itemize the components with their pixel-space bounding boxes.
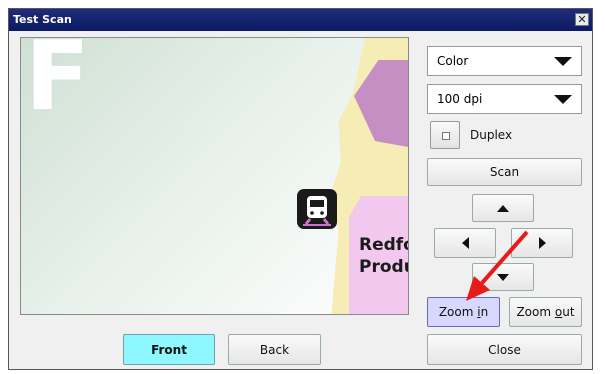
arrow-left-icon [461,237,469,249]
preview-letter: F [25,37,90,132]
scan-button[interactable]: Scan [427,158,582,186]
zoom-out-button[interactable]: Zoom out [509,297,582,327]
scan-button-label: Scan [489,165,520,179]
pan-right-button[interactable] [511,228,573,258]
color-mode-select[interactable]: Color [427,46,582,76]
back-button[interactable]: Back [228,334,321,365]
pan-down-button[interactable] [472,263,534,291]
close-button-label: Close [488,342,521,357]
scan-preview[interactable]: F To Redfo Produ [20,37,409,315]
duplex-label: Duplex [470,128,513,142]
pan-up-button[interactable] [472,194,534,222]
train-icon [297,189,337,229]
window-close-button[interactable]: ✕ [575,13,589,26]
close-button[interactable]: Close [427,334,582,365]
zoom-in-button[interactable]: Zoom in [427,297,500,327]
duplex-checkbox[interactable] [430,121,460,149]
preview-text-to: To [408,92,409,113]
front-button[interactable]: Front [123,334,215,365]
arrow-right-icon [538,237,546,249]
preview-text-line2: Produ [359,257,408,277]
preview-text-block: Redfo Produ [359,234,408,278]
resolution-value: 100 dpi [437,92,483,106]
front-button-label: Front [151,342,187,357]
zoom-in-label: Zoom in [438,305,489,319]
back-button-label: Back [259,342,290,357]
preview-text-line1: Redfo [359,235,408,255]
title-bar: Test Scan ✕ [9,9,592,31]
window-title: Test Scan [13,13,72,26]
chevron-down-icon [554,57,572,66]
checkbox-square-icon [442,132,450,140]
zoom-out-label: Zoom out [516,305,575,319]
resolution-select[interactable]: 100 dpi [427,84,582,114]
chevron-down-icon [554,95,572,104]
arrow-down-icon [497,273,509,281]
pan-left-button[interactable] [434,228,496,258]
arrow-up-icon [497,204,509,212]
color-mode-value: Color [437,54,469,68]
